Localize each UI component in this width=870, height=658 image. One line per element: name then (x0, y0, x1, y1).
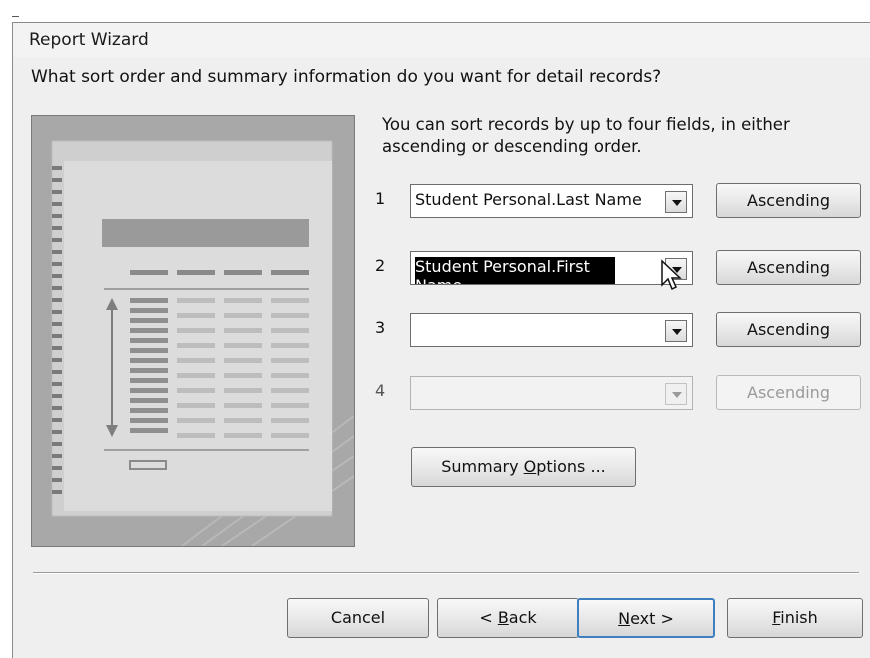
cancel-button[interactable]: Cancel (287, 598, 429, 638)
next-suffix: ext > (630, 609, 674, 628)
sort-row-number: 2 (375, 256, 386, 275)
report-wizard-dialog: Report Wizard What sort order and summar… (12, 22, 870, 658)
sort-field-3-value (415, 319, 645, 346)
next-accel: N (618, 609, 631, 628)
chevron-down-icon[interactable] (665, 191, 687, 213)
sort-field-3-combobox[interactable] (410, 313, 693, 347)
sort-field-4-value (415, 382, 645, 409)
sort-field-2-value: Student Personal.First Name (415, 257, 615, 284)
window-title: Report Wizard (29, 30, 149, 50)
summary-options-suffix: ptions ... (536, 457, 606, 476)
title-bar: Report Wizard (13, 23, 870, 57)
sort-order-3-button[interactable]: Ascending (716, 312, 861, 347)
finish-button[interactable]: Finish (727, 598, 863, 638)
sort-field-1-value: Student Personal.Last Name (415, 190, 642, 209)
next-button[interactable]: Next > (577, 598, 715, 638)
summary-options-button[interactable]: Summary Options ... (411, 447, 636, 487)
finish-suffix: inish (780, 608, 818, 627)
back-accel: B (497, 608, 509, 627)
back-prefix: < (479, 608, 498, 627)
sort-field-1-combobox[interactable]: Student Personal.Last Name (410, 184, 693, 218)
summary-options-accel: O (523, 457, 537, 476)
sort-row-number: 4 (375, 381, 386, 400)
sort-order-4-button[interactable]: Ascending (716, 375, 861, 410)
sort-field-2-combobox[interactable]: Student Personal.First Name (410, 251, 693, 285)
chevron-down-icon[interactable] (665, 320, 687, 342)
sort-row-number: 3 (375, 318, 386, 337)
sort-order-2-button[interactable]: Ascending (716, 250, 861, 285)
wizard-question: What sort order and summary information … (31, 67, 662, 87)
back-button[interactable]: < Back (437, 598, 579, 638)
sort-instructions: You can sort records by up to four field… (382, 115, 790, 156)
summary-options-prefix: Summary (441, 457, 524, 476)
back-suffix: ack (508, 608, 537, 627)
sort-field-4-combobox[interactable] (410, 376, 693, 410)
footer-separator (33, 572, 859, 574)
sort-row-number: 1 (375, 189, 386, 208)
chevron-down-icon[interactable] (665, 383, 687, 405)
mouse-pointer-icon (660, 259, 684, 297)
sort-order-1-button[interactable]: Ascending (716, 183, 861, 218)
report-layout-preview (31, 115, 355, 547)
report-layout-illustration (32, 116, 354, 546)
